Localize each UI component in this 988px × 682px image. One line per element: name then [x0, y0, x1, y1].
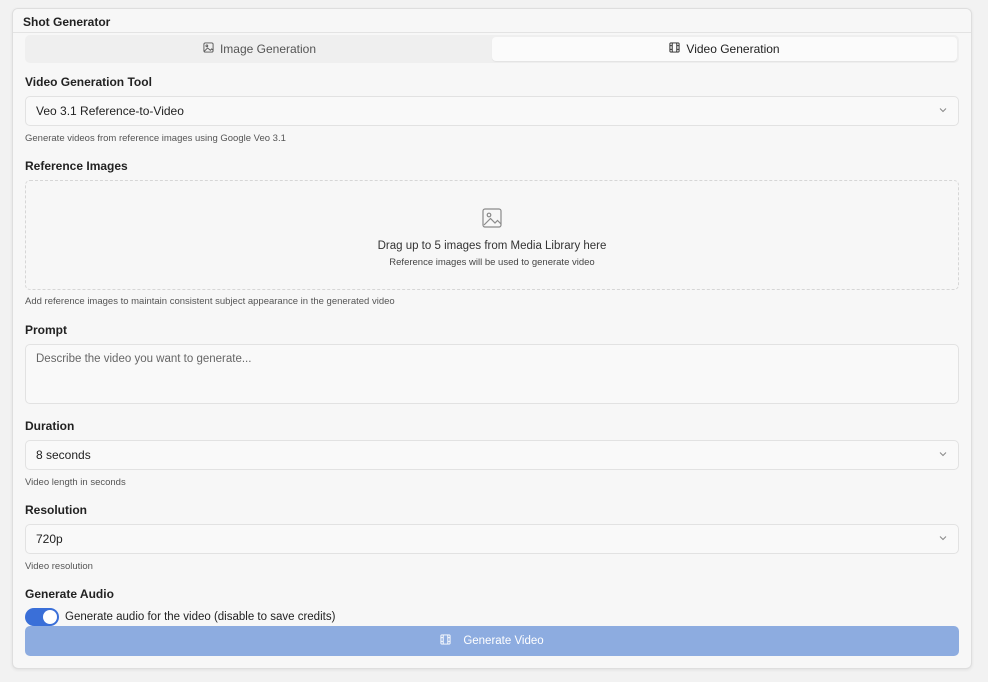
resolution-select[interactable]: 720p [25, 524, 959, 554]
audio-toggle-label: Generate audio for the video (disable to… [65, 611, 336, 623]
reference-hint: Add reference images to maintain consist… [25, 296, 395, 307]
shot-generator-panel: Shot Generator Image Generation Video Ge… [12, 8, 972, 669]
tab-video-generation[interactable]: Video Generation [492, 37, 957, 61]
toggle-knob [43, 610, 57, 624]
dropzone-title: Drag up to 5 images from Media Library h… [377, 240, 607, 252]
tool-hint: Generate videos from reference images us… [25, 133, 286, 144]
audio-toggle-row: Generate audio for the video (disable to… [25, 608, 335, 626]
duration-select[interactable]: 8 seconds [25, 440, 959, 470]
resolution-hint: Video resolution [25, 561, 93, 572]
panel-title: Shot Generator [13, 9, 971, 33]
dropzone-subtitle: Reference images will be used to generat… [389, 257, 595, 268]
chevron-down-icon [938, 104, 948, 118]
generation-tabs: Image Generation Video Generation [25, 35, 959, 63]
chevron-down-icon [938, 532, 948, 546]
duration-hint: Video length in seconds [25, 477, 126, 488]
chevron-down-icon [938, 448, 948, 462]
tool-label: Video Generation Tool [25, 75, 152, 89]
reference-dropzone[interactable]: Drag up to 5 images from Media Library h… [25, 180, 959, 290]
resolution-select-value: 720p [36, 532, 63, 546]
image-icon [203, 42, 214, 56]
prompt-textarea[interactable]: Describe the video you want to generate.… [25, 344, 959, 404]
tool-select[interactable]: Veo 3.1 Reference-to-Video [25, 96, 959, 126]
generate-button-label: Generate Video [463, 635, 544, 647]
reference-label: Reference Images [25, 159, 128, 173]
tool-select-value: Veo 3.1 Reference-to-Video [36, 104, 184, 118]
tab-label: Image Generation [219, 42, 317, 56]
image-placeholder-icon [481, 208, 503, 233]
resolution-label: Resolution [25, 503, 87, 517]
film-icon [669, 42, 680, 56]
film-icon [440, 634, 451, 648]
audio-toggle[interactable] [25, 608, 59, 626]
duration-select-value: 8 seconds [36, 448, 91, 462]
tab-image-generation[interactable]: Image Generation [27, 37, 492, 61]
prompt-label: Prompt [25, 323, 67, 337]
duration-label: Duration [25, 419, 75, 433]
tab-label: Video Generation [686, 42, 780, 56]
generate-video-button[interactable]: Generate Video [25, 626, 959, 656]
audio-label: Generate Audio [25, 587, 114, 601]
